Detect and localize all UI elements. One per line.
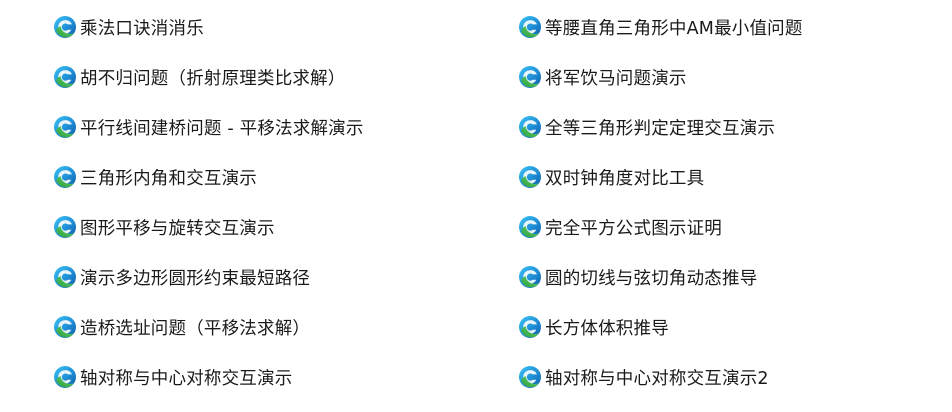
file-list: 乘法口诀消消乐 胡不归问题（折射原理类比求解） 平行线间建桥问题 - 平移法求解… [0, 0, 952, 412]
file-item[interactable]: 乘法口诀消消乐 [53, 13, 453, 41]
file-name: 圆的切线与弦切角动态推导 [545, 268, 758, 289]
file-name: 演示多边形圆形约束最短路径 [80, 268, 311, 289]
edge-html-file-icon [518, 65, 542, 89]
file-item[interactable]: 圆的切线与弦切角动态推导 [518, 263, 938, 291]
edge-html-file-icon [518, 265, 542, 289]
edge-html-file-icon [518, 15, 542, 39]
file-name: 双时钟角度对比工具 [545, 168, 705, 189]
file-name: 平行线间建桥问题 - 平移法求解演示 [80, 118, 364, 139]
file-name: 乘法口诀消消乐 [80, 18, 204, 39]
edge-html-file-icon [518, 115, 542, 139]
file-item[interactable]: 胡不归问题（折射原理类比求解） [53, 63, 453, 91]
file-item[interactable]: 完全平方公式图示证明 [518, 213, 938, 241]
edge-html-file-icon [53, 365, 77, 389]
file-name: 胡不归问题（折射原理类比求解） [80, 68, 346, 89]
edge-html-file-icon [53, 115, 77, 139]
edge-html-file-icon [53, 65, 77, 89]
file-name: 全等三角形判定定理交互演示 [545, 118, 776, 139]
file-item[interactable]: 等腰直角三角形中AM最小值问题 [518, 13, 938, 41]
edge-html-file-icon [518, 315, 542, 339]
file-item[interactable]: 三角形内角和交互演示 [53, 163, 453, 191]
file-name: 轴对称与中心对称交互演示2 [545, 368, 769, 389]
edge-html-file-icon [53, 265, 77, 289]
file-item[interactable]: 轴对称与中心对称交互演示2 [518, 363, 938, 391]
file-item[interactable]: 造桥选址问题（平移法求解） [53, 313, 453, 341]
file-name: 等腰直角三角形中AM最小值问题 [545, 18, 803, 39]
file-item[interactable]: 长方体体积推导 [518, 313, 938, 341]
edge-html-file-icon [53, 315, 77, 339]
file-item[interactable]: 图形平移与旋转交互演示 [53, 213, 453, 241]
edge-html-file-icon [53, 215, 77, 239]
edge-html-file-icon [518, 215, 542, 239]
edge-html-file-icon [518, 365, 542, 389]
edge-html-file-icon [53, 15, 77, 39]
edge-html-file-icon [53, 165, 77, 189]
file-item[interactable]: 演示多边形圆形约束最短路径 [53, 263, 453, 291]
file-item[interactable]: 轴对称与中心对称交互演示 [53, 363, 453, 391]
file-name: 长方体体积推导 [545, 318, 669, 339]
file-item[interactable]: 双时钟角度对比工具 [518, 163, 938, 191]
file-item[interactable]: 全等三角形判定定理交互演示 [518, 113, 938, 141]
file-name: 造桥选址问题（平移法求解） [80, 318, 311, 339]
file-name: 将军饮马问题演示 [545, 68, 687, 89]
file-item[interactable]: 平行线间建桥问题 - 平移法求解演示 [53, 113, 453, 141]
edge-html-file-icon [518, 165, 542, 189]
file-name: 完全平方公式图示证明 [545, 218, 722, 239]
file-name: 图形平移与旋转交互演示 [80, 218, 275, 239]
file-name: 三角形内角和交互演示 [80, 168, 257, 189]
file-name: 轴对称与中心对称交互演示 [80, 368, 293, 389]
file-item[interactable]: 将军饮马问题演示 [518, 63, 938, 91]
